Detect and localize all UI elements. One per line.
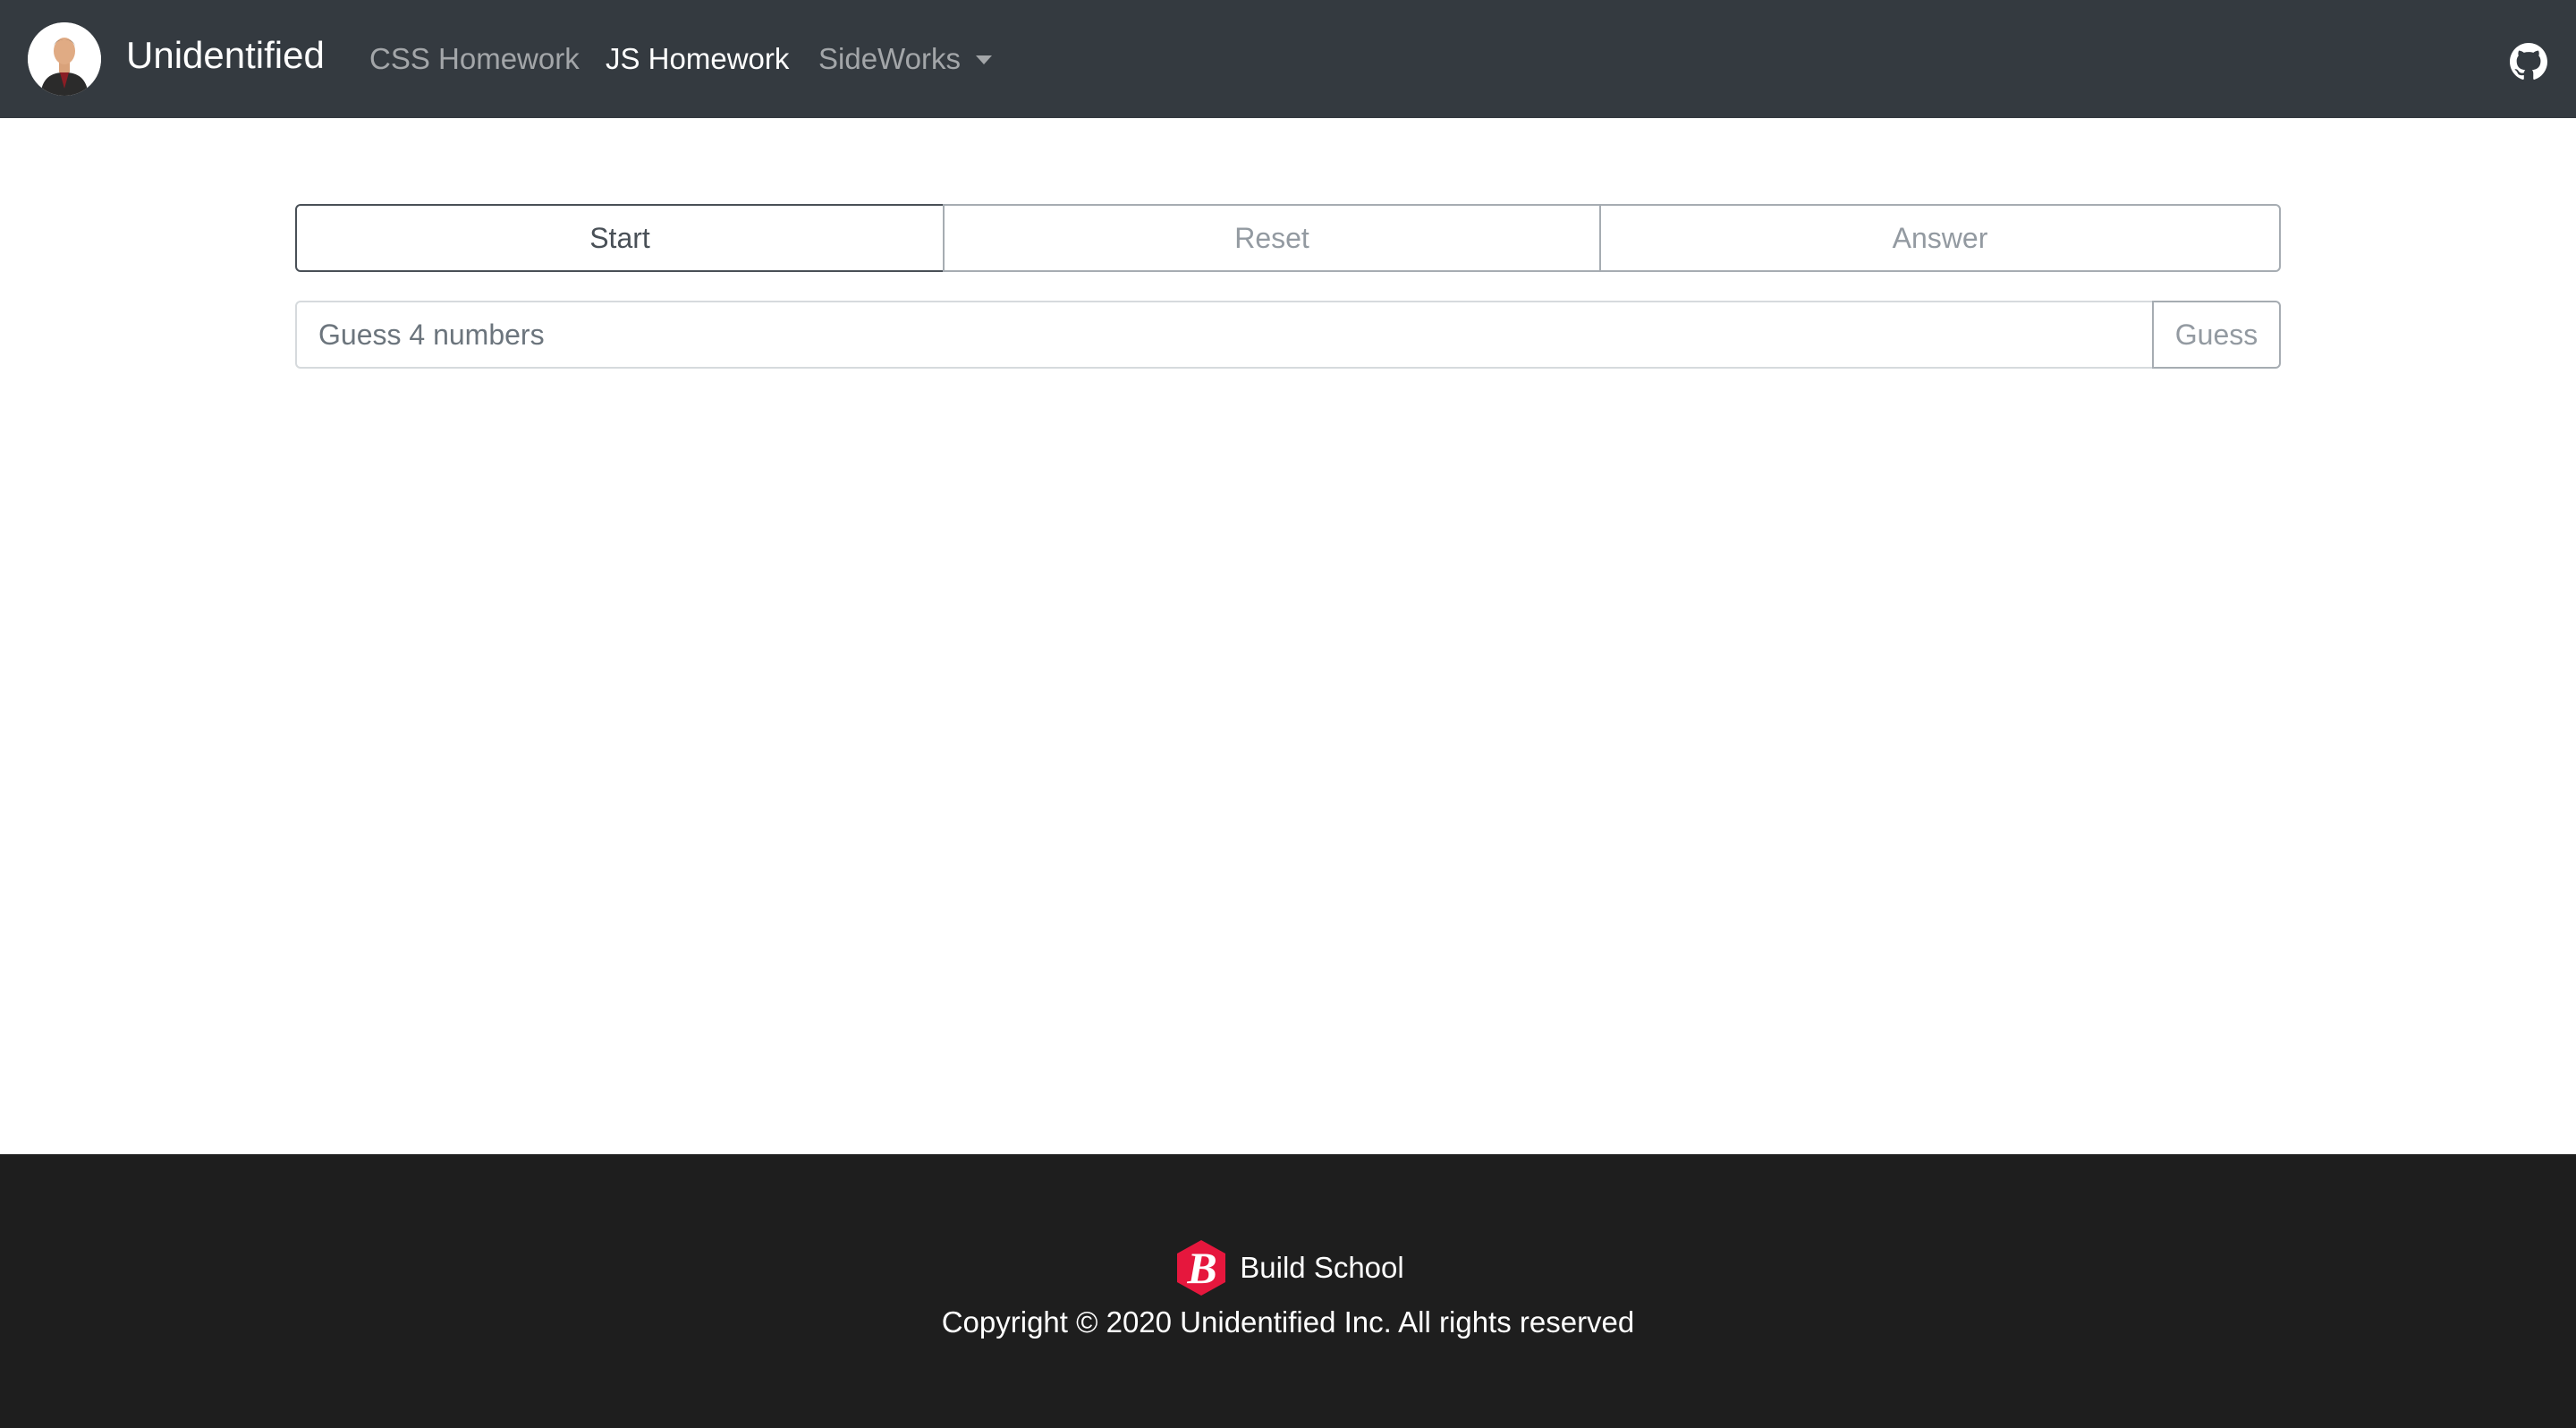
nav-link-sideworks[interactable]: SideWorks bbox=[818, 39, 961, 79]
answer-button[interactable]: Answer bbox=[1599, 204, 2281, 272]
footer-brand: B Build School bbox=[0, 1237, 2576, 1299]
brand-title[interactable]: Unidentified bbox=[126, 32, 325, 79]
nav-link-js-homework[interactable]: JS Homework bbox=[606, 39, 789, 79]
footer: B Build School Copyright © 2020 Unidenti… bbox=[0, 1154, 2576, 1428]
chevron-down-icon[interactable] bbox=[976, 55, 992, 64]
github-icon[interactable] bbox=[2510, 43, 2547, 81]
nav-link-css-homework[interactable]: CSS Homework bbox=[369, 39, 580, 79]
copyright-text: Copyright © 2020 Unidentified Inc. All r… bbox=[941, 1305, 1635, 1339]
avatar-icon bbox=[28, 22, 101, 96]
navbar: Unidentified CSS Homework JS Homework Si… bbox=[0, 0, 2576, 118]
game-controls: Start Reset Answer bbox=[295, 204, 2281, 272]
guess-form: Guess bbox=[295, 301, 2281, 369]
user-avatar[interactable] bbox=[28, 22, 101, 96]
footer-brand-name: Build School bbox=[1240, 1251, 1404, 1284]
svg-text:B: B bbox=[1187, 1243, 1217, 1293]
guess-button[interactable]: Guess bbox=[2152, 301, 2281, 369]
start-button[interactable]: Start bbox=[295, 204, 945, 272]
guess-input[interactable] bbox=[295, 301, 2154, 369]
reset-button[interactable]: Reset bbox=[943, 204, 1601, 272]
build-school-logo-icon: B bbox=[1172, 1238, 1231, 1297]
